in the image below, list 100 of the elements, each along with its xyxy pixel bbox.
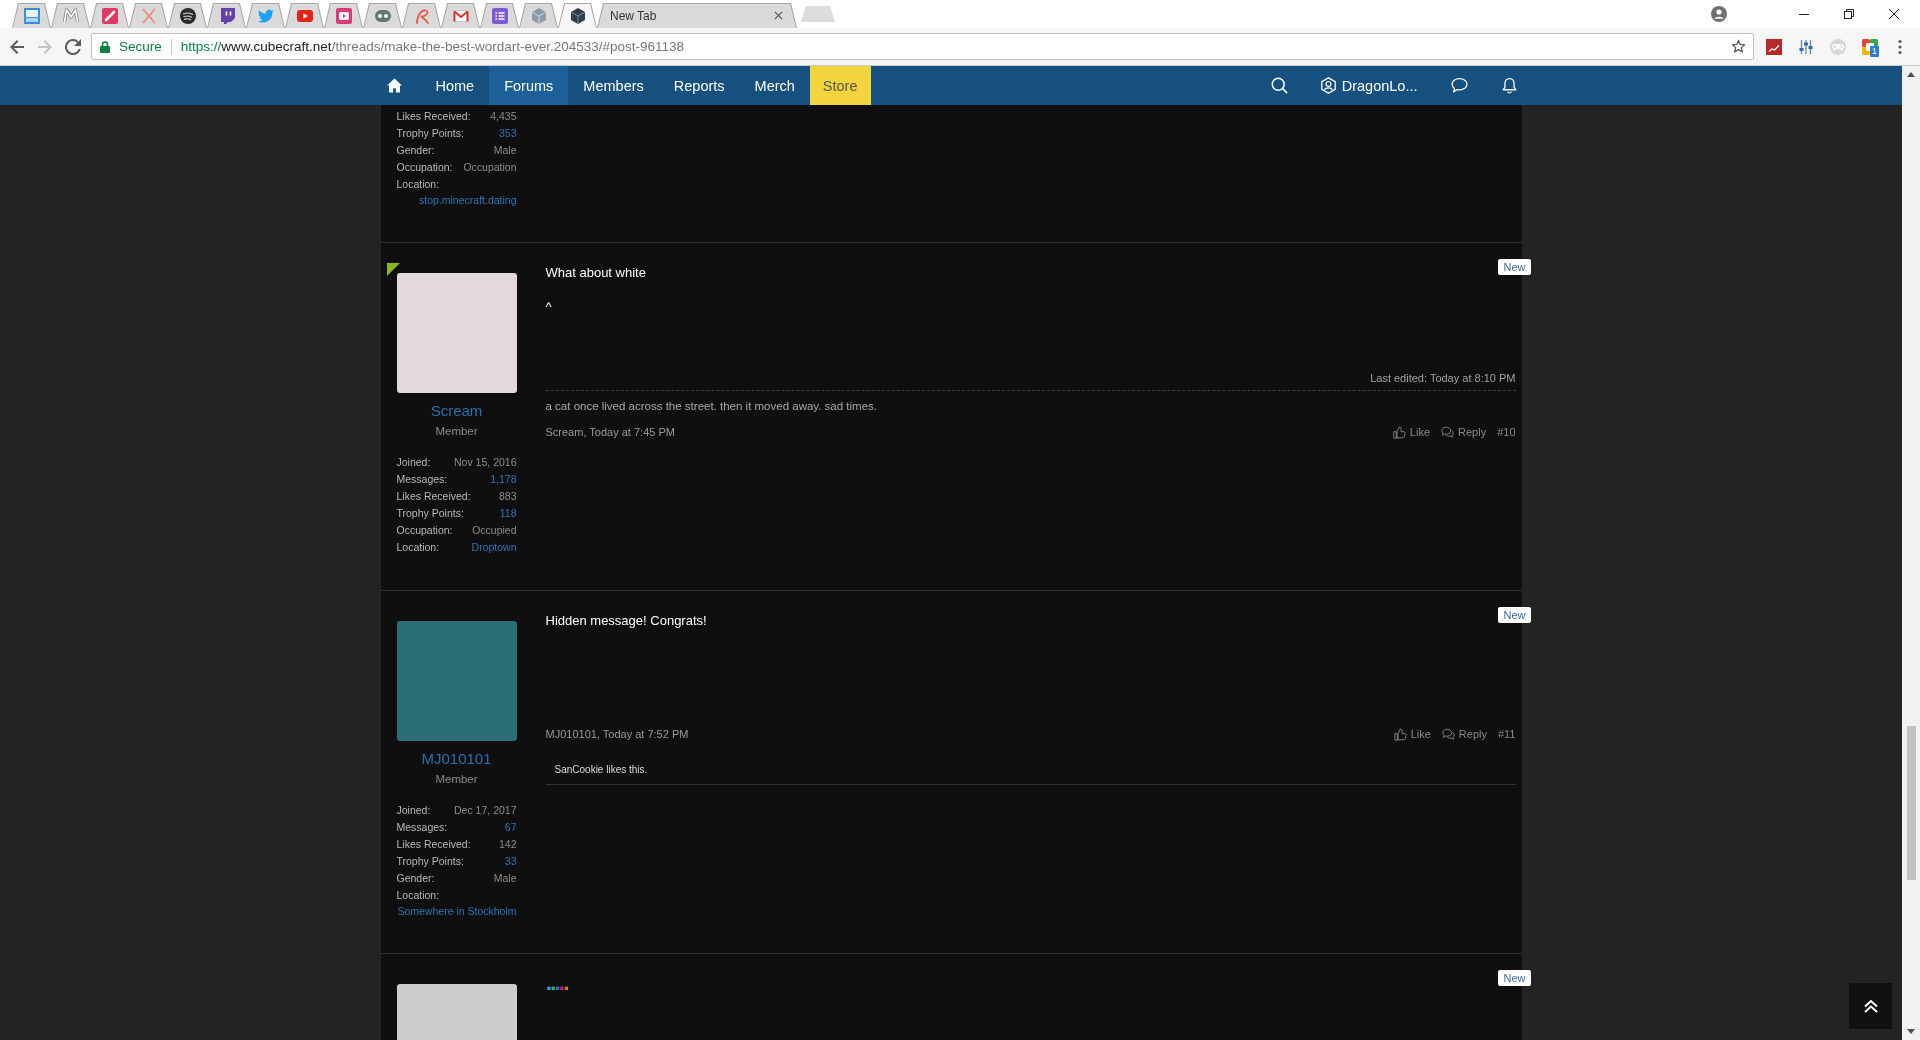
- secure-label: Secure: [119, 39, 162, 54]
- like-button[interactable]: Like: [1392, 425, 1430, 440]
- play-icon: [335, 7, 352, 24]
- new-badge: New: [1498, 259, 1531, 275]
- sliders-icon[interactable]: [1798, 38, 1814, 55]
- account-icon[interactable]: [1711, 6, 1727, 22]
- thumbs-up-icon: [1392, 426, 1406, 439]
- message-text: What about white: [545, 265, 646, 280]
- nav-tab[interactable]: Merch: [739, 66, 810, 105]
- stat-label: Trophy Points:: [396, 126, 464, 141]
- stat-label: Occupation:: [396, 160, 453, 175]
- browser-tab[interactable]: New Tab: [597, 3, 797, 28]
- scrollbar[interactable]: [1902, 66, 1920, 1040]
- user-title: Member: [435, 773, 478, 785]
- nav-tab[interactable]: Members: [568, 66, 659, 105]
- nav-tab[interactable]: Forums: [489, 66, 569, 105]
- new-badge: New: [1498, 970, 1531, 986]
- stat-label: Location:: [396, 540, 440, 555]
- curl-icon: [413, 7, 430, 24]
- back-to-top-button[interactable]: [1849, 983, 1892, 1029]
- post-number-link[interactable]: #10: [1497, 425, 1516, 440]
- up-arrow-icon[interactable]: [1907, 72, 1915, 77]
- url-text: https://www.cubecraft.net/threads/make-the-best-wordart-ever.204533/#post-961138: [180, 39, 686, 54]
- user-icon: [1319, 77, 1337, 94]
- like-button[interactable]: Like: [1393, 727, 1431, 742]
- stat-label: Occupation:: [396, 523, 453, 538]
- restore-icon[interactable]: [1844, 9, 1854, 19]
- stat-value: Nov 15, 2016: [454, 455, 517, 470]
- nav-tab[interactable]: Reports: [658, 66, 740, 105]
- user-title: Member: [435, 425, 478, 437]
- thumbs-up-icon: [1393, 728, 1407, 741]
- stat-value: Occupied: [472, 523, 517, 538]
- address-bar[interactable]: Secure https://www.cubecraft.net/threads/make-the-best-wordart-ever.204533/#post-961138: [91, 33, 1754, 60]
- stat-label: Gender:: [396, 143, 435, 158]
- author-date-text: MJ010101, Today at 7:52 PM: [545, 727, 689, 742]
- stat-label: Location:: [396, 177, 440, 192]
- reload-icon[interactable]: [65, 38, 81, 55]
- reply-button[interactable]: Reply: [1441, 425, 1487, 440]
- zigzag-icon: [62, 7, 79, 24]
- cube-icon: [530, 7, 547, 24]
- stat-value: Occupation: [463, 160, 517, 175]
- browser-tab[interactable]: [558, 3, 597, 28]
- stat-value: 142: [498, 837, 517, 852]
- stat-label: Trophy Points:: [396, 854, 464, 869]
- chat-bubble-icon: [218, 7, 235, 24]
- stat-value[interactable]: stop.minecraft.dating: [419, 193, 517, 208]
- author-date-text: Scream, Today at 7:45 PM: [545, 425, 675, 440]
- down-arrow-icon[interactable]: [1907, 1029, 1915, 1034]
- cube-icon: [569, 7, 586, 24]
- robot-icon: [374, 7, 391, 24]
- chat-icon[interactable]: [1450, 77, 1468, 94]
- stat-label: Messages:: [396, 472, 448, 487]
- browser-tab[interactable]: [168, 3, 207, 28]
- list-icon: [491, 7, 508, 24]
- stat-value[interactable]: 118: [499, 505, 517, 522]
- stat-value: 4,435: [490, 109, 517, 124]
- back-arrow-icon[interactable]: [9, 38, 25, 55]
- message-text: ^: [545, 299, 552, 314]
- stat-label: Likes Received:: [396, 109, 471, 124]
- home-icon: [386, 78, 402, 93]
- stat-value: Male: [493, 143, 517, 158]
- stat-label: Messages:: [396, 820, 448, 835]
- close-icon[interactable]: [1889, 9, 1899, 19]
- username-link[interactable]: MJ010101: [421, 750, 492, 767]
- stat-label: Gender:: [396, 871, 435, 886]
- scrollbar-thumb[interactable]: [1906, 726, 1916, 880]
- envelope-icon: [452, 7, 469, 24]
- post-number-link[interactable]: #11: [1497, 727, 1516, 742]
- colored-dots-text: .....: [545, 973, 568, 994]
- cross-icon: [140, 7, 157, 24]
- bell-icon[interactable]: [1500, 77, 1518, 94]
- chart-icon[interactable]: [1766, 38, 1782, 55]
- menu-icon[interactable]: [1898, 38, 1902, 55]
- reply-button[interactable]: Reply: [1441, 727, 1487, 742]
- stat-value: Dec 17, 2017: [454, 803, 517, 818]
- stat-value: 883: [498, 489, 517, 504]
- stat-value[interactable]: 353: [498, 125, 517, 142]
- bird-icon: [257, 7, 274, 24]
- nav-tab[interactable]: Store: [809, 66, 871, 105]
- stat-value: Male: [493, 871, 517, 886]
- new-badge: New: [1498, 607, 1531, 623]
- search-icon[interactable]: [1270, 77, 1288, 94]
- stat-value[interactable]: Droptown: [471, 539, 517, 556]
- browser-tab[interactable]: [207, 3, 246, 28]
- stat-label: Likes Received:: [396, 837, 471, 852]
- nav-tab[interactable]: Home: [420, 66, 490, 105]
- lock-icon: [100, 40, 110, 53]
- star-icon[interactable]: [1731, 39, 1746, 54]
- likes-summary-text: SanCookie likes this.: [554, 764, 648, 775]
- signature-text: a cat once lived across the street. then it moved away. sad times.: [545, 400, 878, 412]
- stat-value[interactable]: 33: [504, 853, 517, 870]
- stat-value[interactable]: 67: [504, 819, 517, 836]
- speech-bubbles-icon: [1441, 728, 1455, 741]
- stat-value[interactable]: Somewhere in Stockholm: [397, 904, 517, 919]
- play-icon: [296, 7, 313, 24]
- username-link[interactable]: Scream: [430, 402, 483, 419]
- account-link[interactable]: DragonLo...: [1319, 77, 1418, 94]
- message-text: Hidden message! Congrats!: [545, 613, 707, 628]
- stat-value[interactable]: 1,178: [490, 471, 517, 488]
- stat-label: Joined:: [396, 803, 431, 818]
